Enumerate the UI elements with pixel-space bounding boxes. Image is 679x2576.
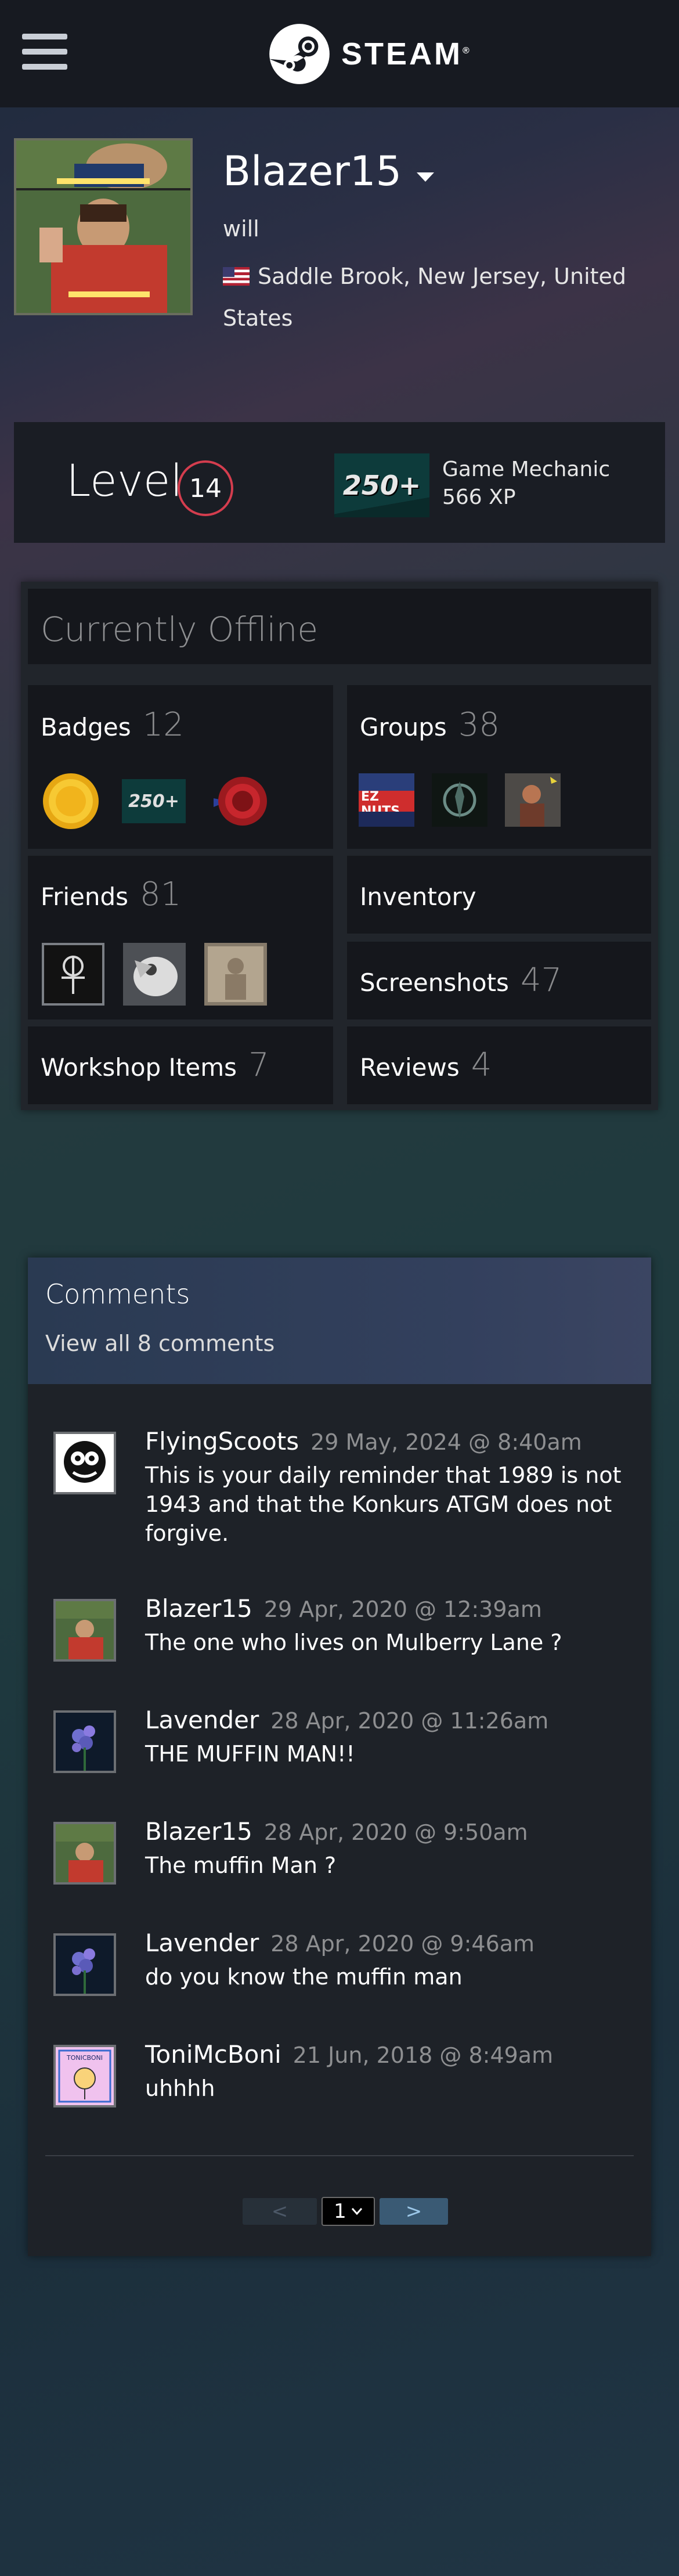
comment-item: FlyingScoots 29 May, 2024 @ 8:40am This i… <box>53 1427 634 1566</box>
hamburger-icon[interactable] <box>22 34 68 73</box>
chevron-down-icon[interactable] <box>417 172 435 182</box>
profile-name[interactable]: Blazer15 <box>223 147 435 195</box>
comment-item: TONICBONI ToniMcBoni 21 Jun, 2018 @ 8:49a… <box>53 2040 634 2121</box>
svg-text:TONICBONI: TONICBONI <box>66 2054 103 2062</box>
comments-divider <box>45 2155 634 2156</box>
level-bar: Level 14 250+ Game Mechanic 566 XP <box>14 422 665 543</box>
online-status: Currently Offline <box>28 589 651 664</box>
chevron-down-icon <box>351 2208 362 2215</box>
comment-timestamp: 28 Apr, 2020 @ 9:50am <box>263 1820 528 1845</box>
comment-item: Blazer15 28 Apr, 2020 @ 9:50am The muffin… <box>53 1817 634 1898</box>
favorite-badge-info: Game Mechanic 566 XP <box>442 456 610 511</box>
groups-label: Groups 38 <box>360 706 500 744</box>
comments-title: Comments <box>45 1278 190 1310</box>
comment-author[interactable]: Blazer15 <box>145 1817 252 1846</box>
comment-avatar[interactable] <box>53 1822 116 1885</box>
steam-logo[interactable]: STEAM® <box>268 22 469 86</box>
group-ez-nuts-icon[interactable]: EZ NUTS <box>359 773 414 827</box>
comment-item: Lavender 28 Apr, 2020 @ 11:26am THE MUFFI… <box>53 1706 634 1787</box>
profile-real-name: will <box>223 216 259 242</box>
comment-item: Lavender 28 Apr, 2020 @ 9:46am do you kno… <box>53 1929 634 2010</box>
level-badge[interactable]: 14 <box>178 460 233 516</box>
comment-timestamp: 29 May, 2024 @ 8:40am <box>310 1429 582 1455</box>
comment-avatar[interactable] <box>53 1432 116 1494</box>
tile-screenshots[interactable]: Screenshots 47 <box>347 942 651 1019</box>
workshop-label: Workshop Items 7 <box>41 1046 269 1084</box>
view-all-comments-link[interactable]: View all 8 comments <box>45 1331 275 1356</box>
comment-author[interactable]: Lavender <box>145 1929 259 1957</box>
screenshots-label: Screenshots 47 <box>360 961 562 999</box>
comment-timestamp: 28 Apr, 2020 @ 9:46am <box>270 1931 535 1957</box>
comment-avatar[interactable] <box>53 1933 116 1996</box>
comment-avatar[interactable]: TONICBONI <box>53 2045 116 2107</box>
pager-next-button[interactable]: > <box>380 2198 448 2225</box>
steam-wordmark: STEAM® <box>341 37 469 71</box>
comment-author[interactable]: Lavender <box>145 1706 259 1734</box>
comment-author[interactable]: Blazer15 <box>145 1594 252 1623</box>
comments-panel: Comments View all 8 comments FlyingScoot… <box>28 1258 651 2256</box>
comment-text: The one who lives on Mulberry Lane ? <box>145 1630 562 1655</box>
profile-avatar[interactable] <box>14 138 193 315</box>
tile-badges[interactable]: Badges 12 250+ <box>28 685 333 849</box>
friends-label: Friends 81 <box>41 876 182 913</box>
favorite-badge-icon[interactable]: 250+ <box>334 453 429 517</box>
250-badge-icon[interactable]: 250+ <box>122 779 186 823</box>
level-label: Level <box>66 455 183 506</box>
badges-label: Badges 12 <box>41 706 184 744</box>
us-flag-icon <box>223 267 250 286</box>
comment-text: The muffin Man ? <box>145 1853 337 1878</box>
reviews-label: Reviews 4 <box>360 1046 492 1084</box>
comment-timestamp: 28 Apr, 2020 @ 11:26am <box>270 1708 549 1734</box>
tile-workshop-items[interactable]: Workshop Items 7 <box>28 1026 333 1104</box>
profile-location: Saddle Brook, New Jersey, United States <box>223 264 627 331</box>
comment-text: THE MUFFIN MAN!! <box>145 1741 355 1767</box>
favorite-badge-name: Game Mechanic <box>442 457 611 481</box>
comments-header: Comments View all 8 comments <box>28 1258 651 1384</box>
group-character-icon[interactable] <box>505 773 561 827</box>
comment-text: This is your daily reminder that 1989 is… <box>145 1462 622 1546</box>
pager-prev-button[interactable]: < <box>243 2198 317 2225</box>
inventory-label: Inventory <box>360 882 476 911</box>
tile-inventory[interactable]: Inventory <box>347 856 651 934</box>
red-seal-badge-icon[interactable] <box>208 772 272 830</box>
pager-page-select[interactable]: 1 <box>322 2197 375 2226</box>
comment-timestamp: 29 Apr, 2020 @ 12:39am <box>263 1597 542 1622</box>
comment-timestamp: 21 Jun, 2018 @ 8:49am <box>292 2042 554 2068</box>
comment-text: uhhhh <box>145 2076 215 2101</box>
top-header: STEAM® <box>0 0 679 107</box>
friend-avatar-3[interactable] <box>204 943 267 1006</box>
comment-text: do you know the muffin man <box>145 1964 463 1990</box>
gold-coin-badge-icon[interactable] <box>42 772 100 830</box>
tile-reviews[interactable]: Reviews 4 <box>347 1026 651 1104</box>
steam-logo-icon <box>269 24 330 84</box>
friend-avatar-1[interactable] <box>42 943 104 1006</box>
comment-avatar[interactable] <box>53 1599 116 1662</box>
comment-author[interactable]: ToniMcBoni <box>145 2040 281 2069</box>
comment-item: Blazer15 29 Apr, 2020 @ 12:39am The one w… <box>53 1594 634 1676</box>
group-dark-emblem-icon[interactable] <box>432 773 487 827</box>
comment-avatar[interactable] <box>53 1710 116 1773</box>
comments-pager: < 1 > <box>243 2197 448 2226</box>
comment-author[interactable]: FlyingScoots <box>145 1427 299 1455</box>
tile-friends[interactable]: Friends 81 <box>28 856 333 1019</box>
favorite-badge-xp: 566 XP <box>442 485 516 509</box>
friend-avatar-2[interactable] <box>123 943 186 1006</box>
tile-groups[interactable]: Groups38 EZ NUTS <box>347 685 651 849</box>
profile-panel: Currently Offline Badges 12 250+ Groups 38… <box>21 582 658 1110</box>
